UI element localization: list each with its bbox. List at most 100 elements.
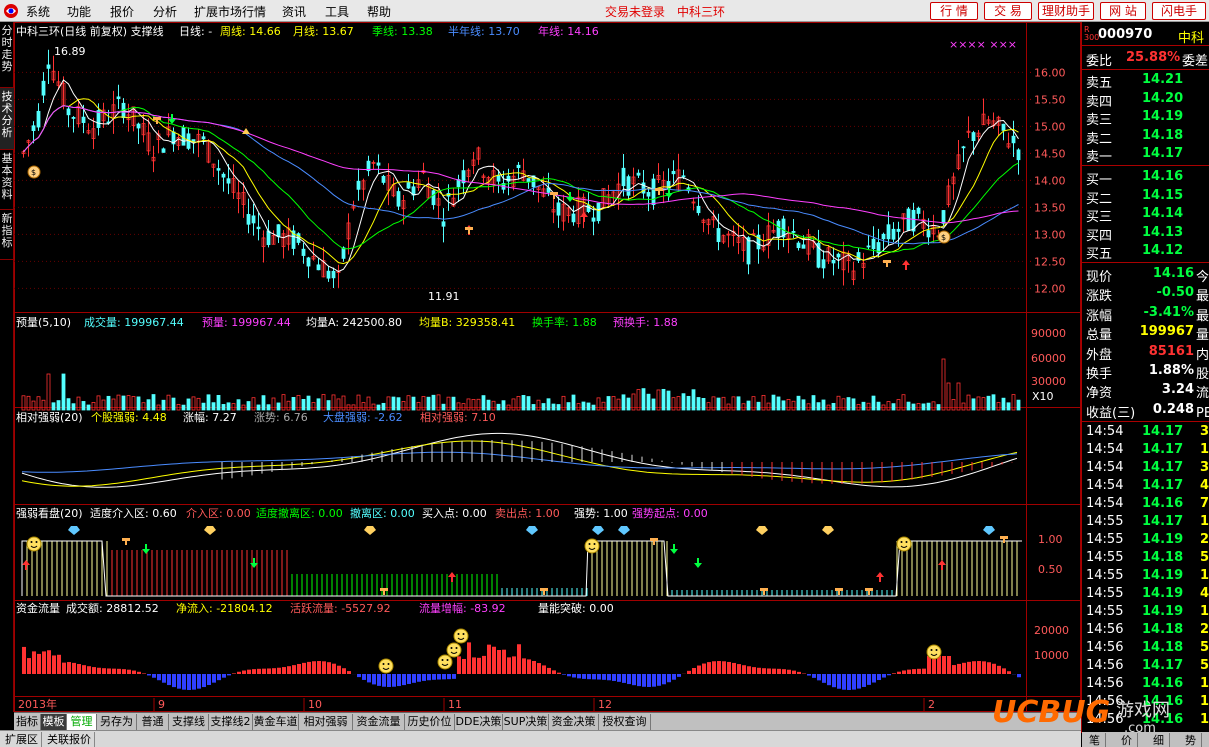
website-button[interactable]: 网 站 (1100, 2, 1146, 20)
smiley-icon (378, 658, 394, 674)
turnover-amount: 成交额: 28812.52 (66, 601, 159, 615)
volume-bar (636, 389, 641, 411)
indicator-tab[interactable]: 授权查询 (599, 714, 651, 730)
volume-bar (286, 400, 291, 411)
volume-bar (36, 396, 41, 411)
fund-flow-bar (432, 674, 436, 680)
fund-flow-bar (652, 674, 656, 687)
candle-body (1011, 135, 1016, 144)
volume-breakout: 量能突破: 0.00 (538, 601, 614, 615)
menu-quote[interactable]: 报价 (110, 3, 134, 20)
tab-technical[interactable]: 技术分析 (0, 88, 14, 150)
tick-time: 14:55 (1086, 532, 1124, 547)
price-tick: 12.00 (1034, 282, 1066, 295)
ask-row-label: 卖一 (1086, 150, 1113, 165)
indicator-tab[interactable]: 另存为 (97, 714, 137, 730)
volume-bar (456, 402, 461, 411)
fund-flow-bar (717, 661, 721, 674)
bid-row: 买一 14.16 (1082, 169, 1209, 187)
fund-flow-bar (577, 674, 581, 679)
volume-bar (926, 402, 931, 411)
tick-list[interactable]: 14:54 14.17 3 14:54 14.17 1 14:54 14.17 3 14:54 14… (1082, 424, 1209, 732)
candle-body (71, 117, 76, 119)
volume-bar (921, 403, 926, 411)
indicator-tab[interactable]: DDE决策 (455, 714, 503, 730)
candle-body (1016, 149, 1021, 161)
fund-flow-bar (927, 656, 931, 674)
menu-extended-market[interactable]: 扩展市场行情 (194, 3, 266, 20)
menu-analysis[interactable]: 分析 (153, 3, 177, 20)
tick-time: 14:56 (1086, 622, 1124, 637)
stat-extra-label: 今开 (1196, 270, 1209, 284)
stat-value: -0.50 (1156, 285, 1194, 301)
tick-row: 14:55 14.19 1 (1082, 568, 1209, 586)
fund-flow-bar (617, 674, 621, 682)
indicator-tab[interactable]: 资金决策 (549, 714, 599, 730)
trade-button[interactable]: 交 易 (984, 2, 1032, 20)
menu-system[interactable]: 系统 (26, 3, 50, 20)
indicator-tab[interactable]: 指标 (14, 714, 41, 730)
fund-flow-bar (222, 674, 226, 678)
fund-flow-bar (662, 674, 666, 685)
stat-row: 净资 3.24流通 (1082, 382, 1209, 400)
candle-body (821, 259, 826, 269)
fund-flow-bar (342, 668, 346, 674)
fund-flow-bar (667, 674, 671, 683)
volume-bar (801, 399, 806, 411)
finance-assistant-button[interactable]: 理财助手 (1038, 2, 1094, 20)
fund-flow-bar (392, 674, 396, 687)
indicator-tab[interactable]: 管理 (67, 714, 97, 730)
fund-flow-bar (992, 663, 996, 674)
indicator-tab[interactable]: 模板 (41, 714, 67, 730)
stat-row: 收益(三) 0.248PE(动 (1082, 402, 1209, 420)
indicator-tab[interactable]: 支撑线2 (209, 714, 253, 730)
fund-flow-bar (472, 657, 476, 674)
volume-bar (31, 400, 36, 411)
candle-body (161, 148, 166, 153)
fund-flow-bar (187, 674, 191, 690)
menu-help[interactable]: 帮助 (367, 3, 391, 20)
trade-login-status[interactable]: 交易未登录 (605, 3, 665, 20)
volume-bar (621, 394, 626, 411)
fund-flow-bar (317, 661, 321, 674)
chart-canvas[interactable]: 16.00 15.50 15.00 14.50 14.00 13.50 13.00 12.50… (14, 22, 1081, 712)
stock-code: 000970 (1098, 27, 1153, 42)
fund-flow-bar (612, 674, 616, 681)
linked-quote-button[interactable]: 关联报价 (44, 732, 95, 747)
indicator-tab[interactable]: 支撑线 (169, 714, 209, 730)
candle-body (96, 110, 101, 128)
fund-flow-bar (982, 661, 986, 674)
candle-body (441, 221, 446, 227)
tick-time: 14:54 (1086, 496, 1124, 511)
menu-function[interactable]: 功能 (67, 3, 91, 20)
indicator-tab[interactable]: 黄金车道 (253, 714, 299, 730)
fund-flow-bar (832, 674, 836, 688)
menu-tools[interactable]: 工具 (325, 3, 349, 20)
extended-area-button[interactable]: 扩展区 (2, 732, 42, 747)
quote-button[interactable]: 行 情 (930, 2, 978, 20)
fund-flow-bar (452, 674, 456, 679)
volume-bar (301, 399, 306, 411)
tab-new-indicator[interactable]: 新指标 (0, 210, 14, 260)
indicator-tab[interactable]: 历史价位 (405, 714, 455, 730)
indicator-tab[interactable]: 相对强弱 (299, 714, 353, 730)
indicator-tab[interactable]: SUP决策 (503, 714, 549, 730)
chart-area[interactable]: 16.00 15.50 15.00 14.50 14.00 13.50 13.00 12.50… (14, 22, 1081, 712)
volume-bar (941, 358, 946, 411)
flash-button[interactable]: 闪电手 (1152, 2, 1206, 20)
candle-body (221, 173, 226, 178)
fund-flow-bar (567, 674, 571, 677)
indicator-tab[interactable]: 普通 (137, 714, 169, 730)
volume-bar (151, 394, 156, 411)
fund-flow-bar (97, 667, 101, 674)
stat-label: 总量 (1086, 328, 1113, 343)
tick-row: 14:54 14.16 7 (1082, 496, 1209, 514)
menu-news[interactable]: 资讯 (282, 3, 306, 20)
fund-flow-bar (37, 653, 41, 674)
indicator-tab[interactable]: 资金流量 (353, 714, 405, 730)
xaxis-label-5: 2 (928, 698, 935, 711)
tab-fundamentals[interactable]: 基本资料 (0, 150, 14, 210)
tab-intraday[interactable]: 分时走势 (0, 22, 14, 88)
strong-value: 强势: 1.00 (574, 507, 628, 520)
buy-point: 买入点: 0.00 (422, 507, 487, 520)
